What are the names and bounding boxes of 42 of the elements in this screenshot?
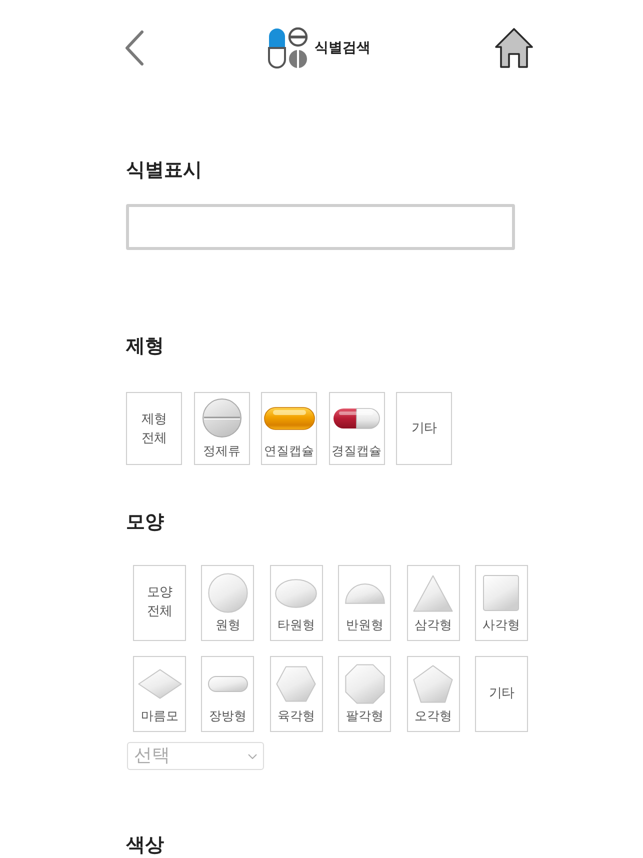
form-option[interactable]: 연질캡슐 xyxy=(261,392,317,465)
shape-option[interactable]: 원형 xyxy=(201,565,254,641)
shape-option[interactable]: 삼각형 xyxy=(406,565,460,641)
section-heading: 제형 xyxy=(126,334,165,358)
page-title: 식별검색 xyxy=(314,39,370,57)
shape-option[interactable]: 마름모 xyxy=(133,656,186,732)
form-option[interactable]: 기타 xyxy=(396,392,452,465)
home-icon xyxy=(494,27,534,69)
back-button[interactable] xyxy=(124,29,144,67)
capsule-icon xyxy=(333,408,380,428)
rhombus-icon xyxy=(138,669,182,699)
shape-option[interactable]: 사각형 xyxy=(474,565,528,641)
chevron-left-icon xyxy=(124,30,144,66)
section-heading: 색상 xyxy=(126,833,165,857)
shape-option[interactable]: 팔각형 xyxy=(338,656,392,732)
square-icon xyxy=(483,575,520,611)
section-heading: 모양 xyxy=(126,510,165,534)
shape-option[interactable]: 육각형 xyxy=(270,656,323,732)
octagon-icon xyxy=(344,664,385,704)
soft-capsule-icon xyxy=(264,406,314,430)
section-heading: 식별표시 xyxy=(126,158,203,182)
home-button[interactable] xyxy=(494,27,534,69)
rounded-bar-icon xyxy=(208,676,248,692)
shape-option[interactable]: 오각형 xyxy=(406,656,460,732)
triangle-icon xyxy=(413,574,454,612)
hexagon-icon xyxy=(276,666,316,702)
shape-option[interactable]: 타원형 xyxy=(270,565,323,641)
shape-option[interactable]: 반원형 xyxy=(338,565,392,641)
marking-input[interactable] xyxy=(126,204,515,250)
pentagon-icon xyxy=(413,665,454,703)
pills-icon xyxy=(268,27,308,69)
tablet-icon xyxy=(202,398,242,438)
shape-option[interactable]: 기타 xyxy=(474,656,528,732)
shape-option[interactable]: 모양 전체 xyxy=(133,565,186,641)
oval-icon xyxy=(275,578,318,608)
semicircle-icon xyxy=(344,582,385,604)
chevron-down-icon xyxy=(248,754,257,758)
shape-option[interactable]: 장방형 xyxy=(201,656,254,732)
form-option[interactable]: 제형 전체 xyxy=(126,392,182,465)
form-option[interactable]: 경질캡슐 xyxy=(328,392,384,465)
form-option[interactable]: 정제류 xyxy=(194,392,250,465)
circle-icon xyxy=(208,573,248,613)
